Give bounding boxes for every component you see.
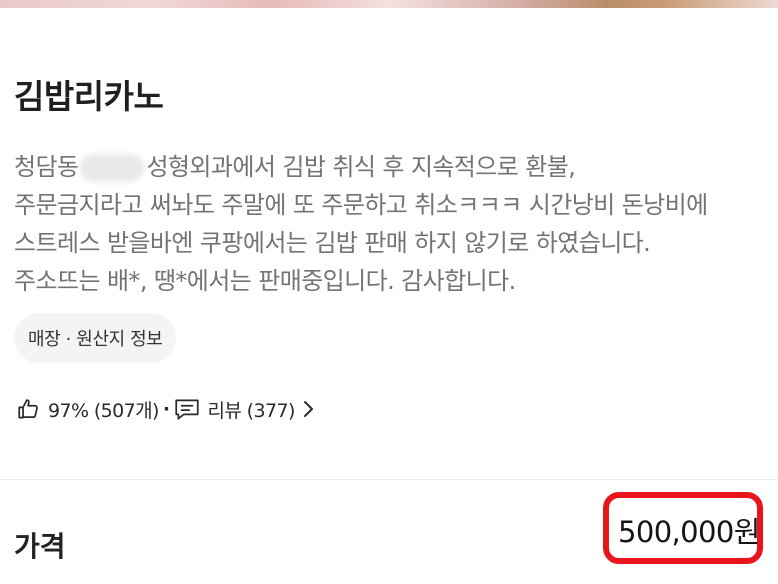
stats-separator: · <box>162 398 170 420</box>
like-rate-text: 97% (507개) <box>48 399 159 422</box>
store-detail-page: 김밥리카노 청담동 성형외과에서 김밥 취식 후 지속적으로 환불, 주문금지라고… <box>0 0 778 584</box>
store-name: 김밥리카노 <box>14 77 164 116</box>
review-comment-icon <box>173 396 201 422</box>
description-line-1-start: 청담동 <box>14 153 79 181</box>
description-line-1: 청담동 성형외과에서 김밥 취식 후 지속적으로 환불, <box>14 148 774 186</box>
description-line-2: 주문금지라고 써놔도 주말에 또 주문하고 취소ㅋㅋㅋ 시간낭비 돈낭비에 <box>14 191 708 219</box>
hero-image-bottom-edge <box>0 0 778 8</box>
price-label: 가격 <box>14 530 66 563</box>
price-highlight-box <box>603 492 763 564</box>
chevron-right-icon <box>301 398 315 420</box>
store-origin-info-button[interactable]: 매장 · 원산지 정보 <box>14 313 177 363</box>
thumbs-up-icon <box>16 396 42 422</box>
store-description: 청담동 성형외과에서 김밥 취식 후 지속적으로 환불, 주문금지라고 써놔도 주… <box>14 148 774 300</box>
review-count-text: 리뷰 (377) <box>207 399 295 422</box>
description-line-4: 주소뜨는 배*, 땡*에서는 판매중입니다. 감사합니다. <box>14 267 516 295</box>
section-divider <box>0 479 778 480</box>
redacted-blur <box>80 154 145 182</box>
rating-review-row: 97% (507개) · 리뷰 (377) <box>16 393 315 425</box>
description-line-3: 스트레스 받을바엔 쿠팡에서는 김밥 판매 하지 않기로 하였습니다. <box>14 229 651 257</box>
reviews-link[interactable]: 리뷰 (377) <box>173 396 314 423</box>
description-line-1-end: 성형외과에서 김밥 취식 후 지속적으로 환불, <box>146 153 576 181</box>
